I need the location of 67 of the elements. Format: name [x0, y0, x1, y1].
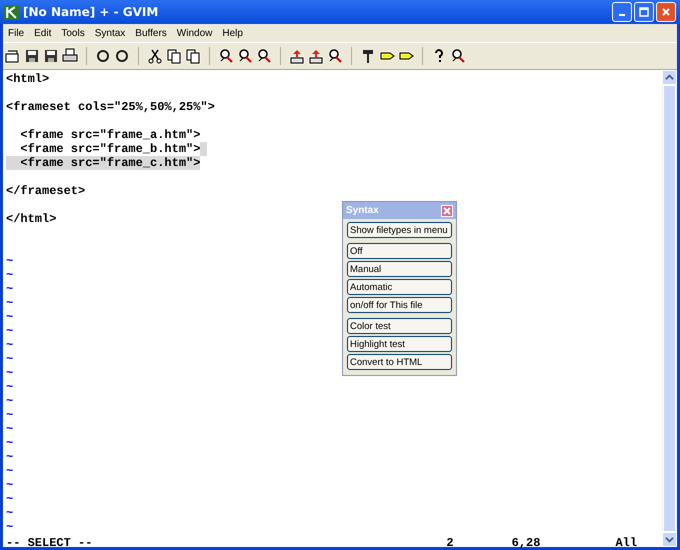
- empty-line-marker: ~: [6, 352, 14, 366]
- empty-line-marker: ~: [6, 268, 14, 282]
- empty-line-marker: ~: [6, 282, 14, 296]
- empty-line-marker: ~: [6, 338, 14, 352]
- syntax-menu-button[interactable]: Highlight test: [347, 336, 452, 352]
- empty-line-marker: ~: [6, 422, 14, 436]
- load-icon[interactable]: [289, 48, 305, 64]
- save-icon[interactable]: [24, 48, 40, 64]
- cut-icon[interactable]: [147, 48, 163, 64]
- empty-line-marker: ~: [6, 506, 14, 520]
- empty-line-marker: ~: [6, 254, 14, 268]
- menu-item[interactable]: Buffers: [130, 28, 172, 38]
- close-icon: [443, 206, 451, 214]
- open-icon[interactable]: [5, 48, 21, 64]
- menu-item[interactable]: Syntax: [90, 28, 130, 38]
- menu-item[interactable]: Tools: [56, 28, 90, 38]
- close-button[interactable]: [656, 2, 676, 22]
- scroll-down-button[interactable]: [662, 532, 677, 547]
- empty-line-marker: ~: [6, 464, 14, 478]
- empty-line-marker: ~: [6, 310, 14, 324]
- copy-icon[interactable]: [166, 48, 182, 64]
- scrollbar[interactable]: [662, 70, 677, 547]
- empty-line-marker: ~: [6, 492, 14, 506]
- syntax-menu-button[interactable]: Color test: [347, 318, 452, 334]
- save-all-icon[interactable]: [43, 48, 59, 64]
- syntax-menu-button[interactable]: on/off for This file: [347, 297, 452, 313]
- maximize-icon: [639, 7, 649, 17]
- print-icon[interactable]: [62, 48, 78, 64]
- syntax-menu-button[interactable]: Off: [347, 243, 452, 259]
- code-line: </html>: [6, 212, 56, 226]
- empty-line-marker: ~: [6, 520, 14, 534]
- app-icon: [4, 4, 19, 20]
- empty-line-marker: ~: [6, 478, 14, 492]
- scroll-position: All: [615, 536, 638, 550]
- menu-item[interactable]: Help: [217, 28, 248, 38]
- scroll-thumb[interactable]: [663, 85, 676, 532]
- code-line: <frame src="frame_a.htm">: [19, 128, 200, 142]
- menu-item[interactable]: File: [3, 28, 30, 38]
- scroll-up-button[interactable]: [662, 70, 677, 85]
- empty-line-marker: ~: [6, 436, 14, 450]
- panel-title: Syntax: [346, 205, 379, 216]
- close-button[interactable]: [441, 204, 453, 216]
- syntax-menu-button[interactable]: Convert to HTML: [347, 354, 452, 370]
- empty-line-marker: ~: [6, 366, 14, 380]
- menu-item[interactable]: Edit: [29, 28, 56, 38]
- paste-icon[interactable]: [185, 48, 201, 64]
- empty-line-marker: ~: [6, 324, 14, 338]
- window-title: [No Name] + - GVIM: [23, 5, 158, 19]
- maximize-button[interactable]: [634, 2, 654, 22]
- empty-line-marker: ~: [6, 394, 14, 408]
- mode-indicator: -- SELECT --: [6, 536, 92, 550]
- empty-line-marker: ~: [6, 408, 14, 422]
- code-line: <html>: [6, 72, 50, 86]
- empty-line-marker: ~: [6, 296, 14, 310]
- empty-line-marker: ~: [6, 380, 14, 394]
- syntax-menu-button[interactable]: Manual: [347, 261, 452, 277]
- syntax-menu-button[interactable]: Automatic: [347, 279, 452, 295]
- empty-line-marker: ~: [6, 450, 14, 464]
- close-icon: [661, 7, 671, 17]
- code-line: <frameset cols="25%,50%,25%">: [6, 100, 215, 114]
- minimize-icon: [619, 14, 625, 16]
- menu-item[interactable]: Window: [172, 28, 218, 38]
- selection-count: 2: [446, 536, 454, 550]
- minimize-button[interactable]: [612, 2, 632, 22]
- syntax-menu-button[interactable]: Show filetypes in menu: [347, 222, 452, 238]
- code-line: </frameset>: [6, 184, 86, 198]
- cursor-position: 6,28: [512, 536, 540, 550]
